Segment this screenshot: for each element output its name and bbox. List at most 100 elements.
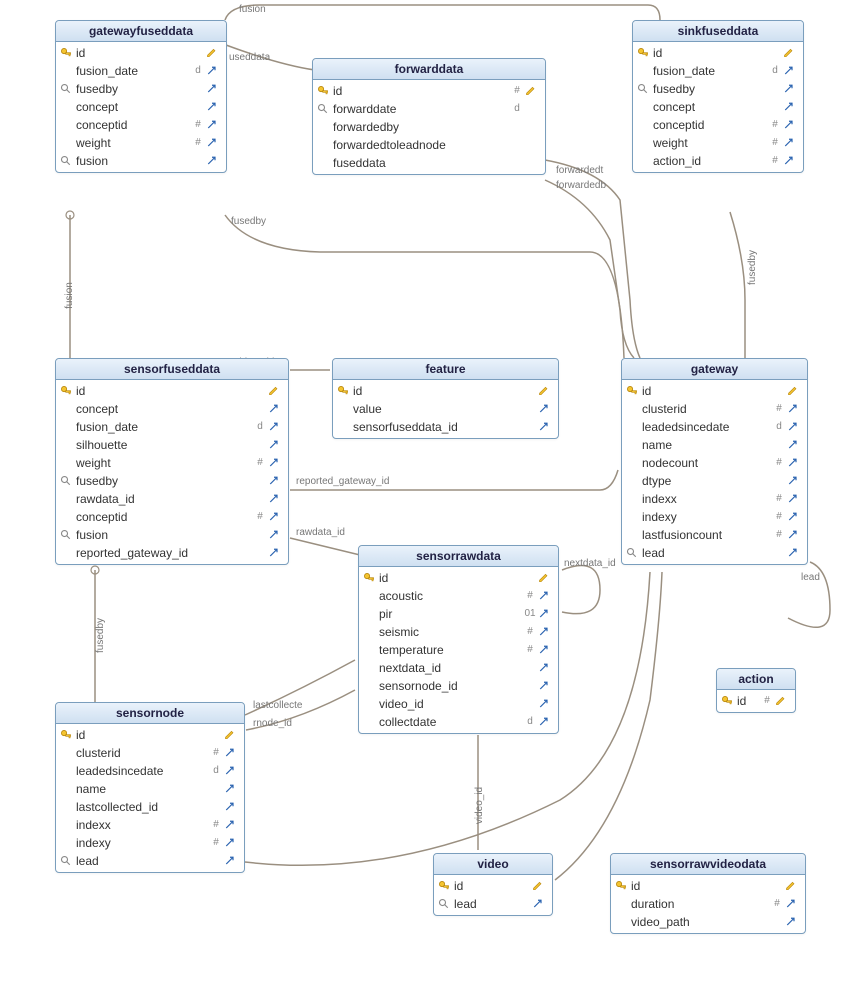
column-row[interactable]: id xyxy=(622,382,807,400)
column-row[interactable]: id xyxy=(56,44,226,62)
pencil-icon[interactable] xyxy=(783,47,799,59)
column-row[interactable]: indexy# xyxy=(56,834,244,852)
column-row[interactable]: pir01 xyxy=(359,605,558,623)
column-row[interactable]: id xyxy=(333,382,558,400)
column-row[interactable]: value xyxy=(333,400,558,418)
link-arrow-icon[interactable] xyxy=(268,457,284,469)
link-arrow-icon[interactable] xyxy=(206,137,222,149)
link-arrow-icon[interactable] xyxy=(268,475,284,487)
column-row[interactable]: fusedby xyxy=(633,80,803,98)
pencil-icon[interactable] xyxy=(525,85,541,97)
column-row[interactable]: id xyxy=(359,569,558,587)
column-row[interactable]: id xyxy=(56,726,244,744)
table-sensorrawvideodata[interactable]: sensorrawvideodata idduration#video_path xyxy=(610,853,806,934)
link-arrow-icon[interactable] xyxy=(783,137,799,149)
link-arrow-icon[interactable] xyxy=(268,547,284,559)
column-row[interactable]: silhouette xyxy=(56,436,288,454)
pencil-icon[interactable] xyxy=(785,880,801,892)
link-arrow-icon[interactable] xyxy=(783,83,799,95)
link-arrow-icon[interactable] xyxy=(224,837,240,849)
column-row[interactable]: acoustic# xyxy=(359,587,558,605)
pencil-icon[interactable] xyxy=(538,385,554,397)
link-arrow-icon[interactable] xyxy=(787,475,803,487)
column-row[interactable]: duration# xyxy=(611,895,805,913)
column-row[interactable]: conceptid# xyxy=(56,508,288,526)
link-arrow-icon[interactable] xyxy=(783,101,799,113)
column-row[interactable]: video_path xyxy=(611,913,805,931)
link-arrow-icon[interactable] xyxy=(783,155,799,167)
link-arrow-icon[interactable] xyxy=(224,783,240,795)
column-row[interactable]: id xyxy=(611,877,805,895)
column-row[interactable]: weight# xyxy=(633,134,803,152)
link-arrow-icon[interactable] xyxy=(787,403,803,415)
column-row[interactable]: lead xyxy=(434,895,552,913)
pencil-icon[interactable] xyxy=(775,695,791,707)
column-row[interactable]: weight# xyxy=(56,454,288,472)
link-arrow-icon[interactable] xyxy=(787,529,803,541)
column-row[interactable]: concept xyxy=(633,98,803,116)
column-row[interactable]: fusion xyxy=(56,526,288,544)
column-row[interactable]: sensorfuseddata_id xyxy=(333,418,558,436)
column-row[interactable]: fuseddata xyxy=(313,154,545,172)
column-row[interactable]: nextdata_id xyxy=(359,659,558,677)
column-row[interactable]: dtype xyxy=(622,472,807,490)
column-row[interactable]: reported_gateway_id xyxy=(56,544,288,562)
link-arrow-icon[interactable] xyxy=(787,493,803,505)
link-arrow-icon[interactable] xyxy=(538,644,554,656)
table-sensorrawdata[interactable]: sensorrawdata idacoustic#pir01seismic#te… xyxy=(358,545,559,734)
column-row[interactable]: indexx# xyxy=(622,490,807,508)
link-arrow-icon[interactable] xyxy=(538,421,554,433)
column-row[interactable]: fusion_dated xyxy=(56,62,226,80)
link-arrow-icon[interactable] xyxy=(787,457,803,469)
link-arrow-icon[interactable] xyxy=(538,626,554,638)
column-row[interactable]: forwardedtoleadnode xyxy=(313,136,545,154)
column-row[interactable]: lastcollected_id xyxy=(56,798,244,816)
pencil-icon[interactable] xyxy=(787,385,803,397)
column-row[interactable]: id# xyxy=(313,82,545,100)
link-arrow-icon[interactable] xyxy=(224,855,240,867)
column-row[interactable]: lead xyxy=(622,544,807,562)
column-row[interactable]: video_id xyxy=(359,695,558,713)
column-row[interactable]: temperature# xyxy=(359,641,558,659)
column-row[interactable]: id xyxy=(434,877,552,895)
column-row[interactable]: indexy# xyxy=(622,508,807,526)
link-arrow-icon[interactable] xyxy=(538,403,554,415)
link-arrow-icon[interactable] xyxy=(785,916,801,928)
column-row[interactable]: indexx# xyxy=(56,816,244,834)
link-arrow-icon[interactable] xyxy=(224,819,240,831)
column-row[interactable]: lead xyxy=(56,852,244,870)
column-row[interactable]: concept xyxy=(56,400,288,418)
link-arrow-icon[interactable] xyxy=(787,547,803,559)
column-row[interactable]: weight# xyxy=(56,134,226,152)
pencil-icon[interactable] xyxy=(532,880,548,892)
column-row[interactable]: fusedby xyxy=(56,80,226,98)
link-arrow-icon[interactable] xyxy=(787,421,803,433)
table-gateway[interactable]: gateway idclusterid#leadedsincedatedname… xyxy=(621,358,808,565)
column-row[interactable]: conceptid# xyxy=(56,116,226,134)
table-action[interactable]: action id# xyxy=(716,668,796,713)
table-gatewayfuseddata[interactable]: gatewayfuseddata idfusion_datedfusedbyco… xyxy=(55,20,227,173)
column-row[interactable]: rawdata_id xyxy=(56,490,288,508)
link-arrow-icon[interactable] xyxy=(268,511,284,523)
link-arrow-icon[interactable] xyxy=(783,65,799,77)
link-arrow-icon[interactable] xyxy=(538,716,554,728)
link-arrow-icon[interactable] xyxy=(785,898,801,910)
column-row[interactable]: name xyxy=(56,780,244,798)
column-row[interactable]: forwardedby xyxy=(313,118,545,136)
column-row[interactable]: name xyxy=(622,436,807,454)
column-row[interactable]: fusedby xyxy=(56,472,288,490)
column-row[interactable]: id# xyxy=(717,692,795,710)
link-arrow-icon[interactable] xyxy=(787,439,803,451)
column-row[interactable]: concept xyxy=(56,98,226,116)
column-row[interactable]: id xyxy=(633,44,803,62)
table-forwarddata[interactable]: forwarddata id#forwarddatedforwardedbyfo… xyxy=(312,58,546,175)
column-row[interactable]: leadedsincedated xyxy=(56,762,244,780)
column-row[interactable]: conceptid# xyxy=(633,116,803,134)
link-arrow-icon[interactable] xyxy=(538,698,554,710)
link-arrow-icon[interactable] xyxy=(206,65,222,77)
pencil-icon[interactable] xyxy=(538,572,554,584)
table-video[interactable]: video idlead xyxy=(433,853,553,916)
link-arrow-icon[interactable] xyxy=(538,662,554,674)
table-feature[interactable]: feature idvaluesensorfuseddata_id xyxy=(332,358,559,439)
link-arrow-icon[interactable] xyxy=(206,119,222,131)
